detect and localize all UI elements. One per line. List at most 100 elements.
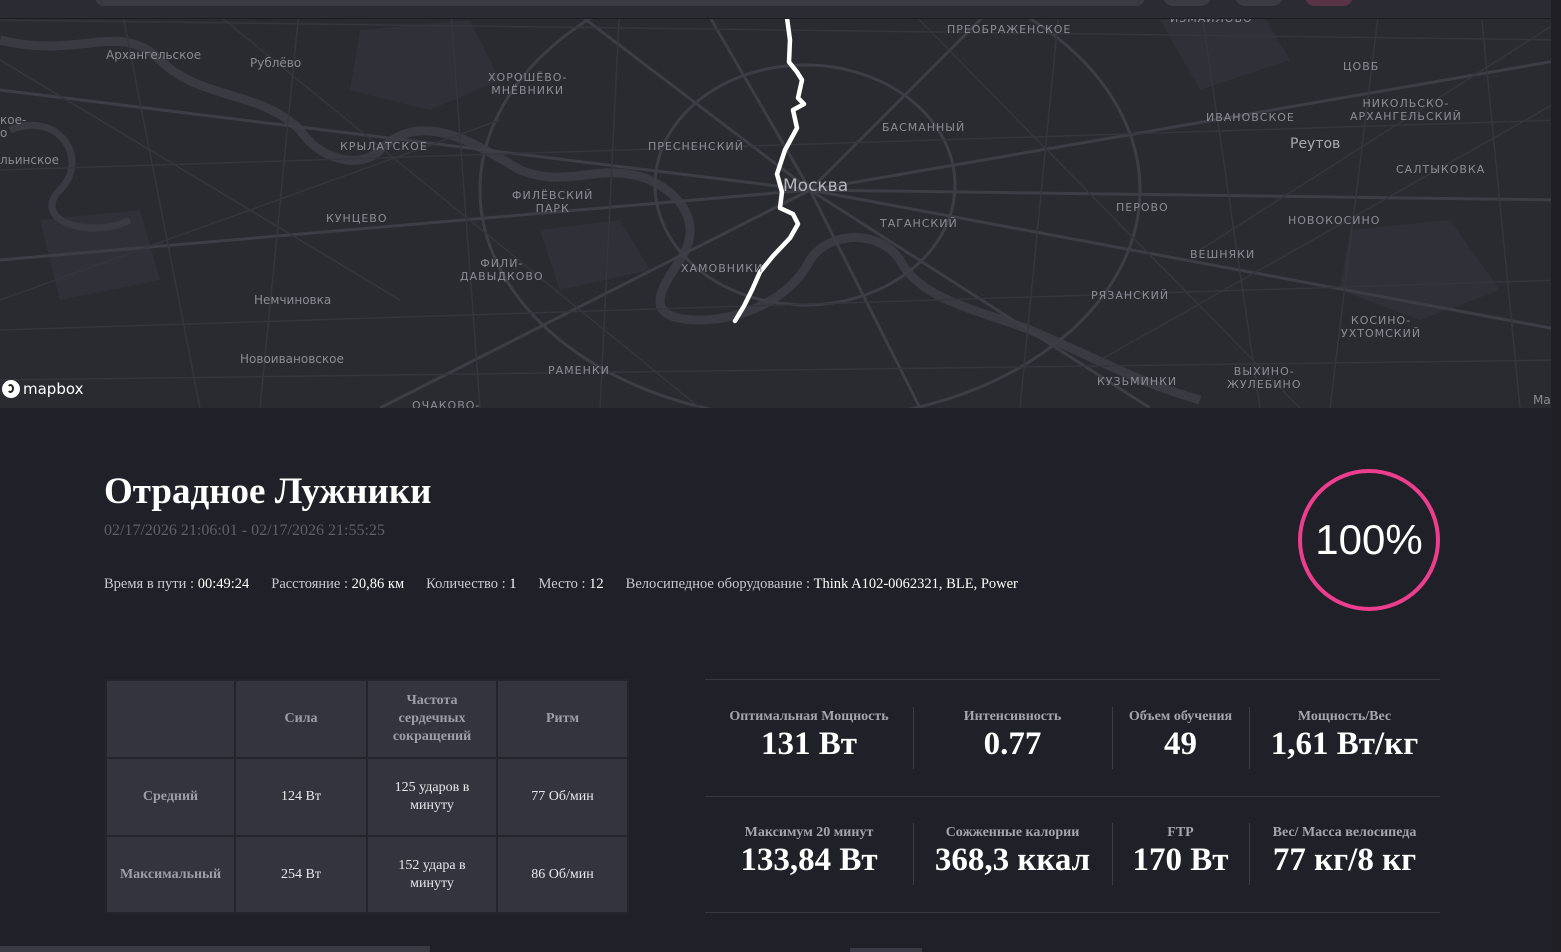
stat-label: Сожженные калории xyxy=(945,825,1080,840)
stat-value: 49 xyxy=(1164,726,1197,762)
table-header: Частота сердечных сокращений xyxy=(366,679,498,759)
map-label: ФИЛИ- ДАВЫДКОВО xyxy=(460,257,544,283)
stat-label: Оптимальная Мощность xyxy=(729,709,889,724)
map-label: льинское xyxy=(0,153,59,167)
table-header: Ритм xyxy=(496,679,629,759)
toolbar-button[interactable] xyxy=(1305,0,1353,6)
table-cell: 86 Об/мин xyxy=(496,835,629,914)
table-header xyxy=(105,679,236,759)
map-label: КРЫЛАТСКОЕ xyxy=(340,140,428,153)
stat-value: 1,61 Вт/кг xyxy=(1270,726,1419,762)
table-cell: 124 Вт xyxy=(234,757,368,837)
map-label: Архангельское xyxy=(106,48,202,62)
stat-intensity: Интенсивность 0.77 xyxy=(913,709,1112,763)
table-cell: 77 Об/мин xyxy=(496,757,629,837)
table-row: Средний 124 Вт 125 ударов в минуту 77 Об… xyxy=(105,757,629,837)
stat-calories: Сожженные калории 368,3 ккал xyxy=(913,825,1112,879)
meta-count: Количество : 1 xyxy=(426,576,516,593)
mapbox-attribution-text: mapbox xyxy=(23,380,84,398)
map-label: ЦОВБ xyxy=(1343,60,1380,73)
stat-value: 170 Вт xyxy=(1132,842,1229,878)
divider xyxy=(705,912,1440,913)
map-label: ХОРОШЁВО- МНЁВНИКИ xyxy=(488,71,568,97)
map-label: ИВАНОВСКОЕ xyxy=(1206,111,1295,124)
meta-value: 12 xyxy=(589,576,604,592)
ride-detail-page: Архангельское Рублёво ХОРОШЁВО- МНЁВНИКИ… xyxy=(0,0,1561,952)
meta-label: Время в пути : xyxy=(104,576,198,592)
stat-ftp: FTP 170 Вт xyxy=(1112,825,1249,879)
map-label: ПЕРОВО xyxy=(1116,201,1169,214)
table-row: Максимальный 254 Вт 152 удара в минуту 8… xyxy=(105,835,629,914)
stats-grid: Оптимальная Мощность 131 Вт Интенсивност… xyxy=(705,679,1440,913)
divider xyxy=(705,796,1440,797)
map-label: Реутов xyxy=(1290,136,1341,152)
meta-label: Количество : xyxy=(426,576,510,592)
toolbar-button[interactable] xyxy=(1235,0,1283,6)
stat-label: Вес/ Масса велосипеда xyxy=(1272,825,1417,840)
completion-ring: 100% xyxy=(1298,469,1440,611)
stat-label: Максимум 20 минут xyxy=(744,825,874,840)
table-cell: Средний xyxy=(105,757,236,837)
ride-meta-row: Время в пути : 00:49:24 Расстояние : 20,… xyxy=(104,576,1018,593)
meta-distance: Расстояние : 20,86 км xyxy=(271,576,404,593)
route-title: Отрадное Лужники xyxy=(104,471,432,512)
stat-weight-bike-mass: Вес/ Масса велосипеда 77 кг/8 кг xyxy=(1249,825,1440,879)
meta-value: 20,86 км xyxy=(351,576,405,592)
stat-label: Интенсивность xyxy=(963,709,1062,724)
map-label: ПРЕОБРАЖЕНСКОЕ xyxy=(947,23,1072,36)
map-label: БАСМАННЫЙ xyxy=(882,121,966,134)
meta-value: Think A102-0062321, BLE, Power xyxy=(813,576,1018,592)
search-bar[interactable] xyxy=(95,0,1145,6)
map-label: ВЫХИНО- ЖУЛЕБИНО xyxy=(1227,365,1302,391)
map-label: ОЧАКОВО- xyxy=(412,399,481,408)
map-label: Новоивановское xyxy=(240,352,344,366)
ride-date-range: 02/17/2026 21:06:01 - 02/17/2026 21:55:2… xyxy=(104,522,385,539)
table-cell: 125 ударов в минуту xyxy=(366,757,498,837)
map-label: Ма xyxy=(1533,393,1551,407)
table-header: Сила xyxy=(234,679,368,759)
map-streets xyxy=(0,0,1561,408)
stat-max-20min: Максимум 20 минут 133,84 Вт xyxy=(705,825,913,879)
stat-label: Мощность/Вес xyxy=(1297,709,1392,724)
stat-label: Объем обучения xyxy=(1128,709,1233,724)
stat-power-weight: Мощность/Вес 1,61 Вт/кг xyxy=(1249,709,1440,763)
map-label: КОСИНО- УХТОМСКИЙ xyxy=(1341,314,1422,340)
meta-place: Место : 12 xyxy=(539,576,604,593)
power-hr-cadence-table: Сила Частота сердечных сокращений Ритм С… xyxy=(105,679,629,914)
map-top-toolbar xyxy=(0,0,1561,19)
map-label: КУЗЬМИНКИ xyxy=(1097,375,1178,388)
map-label: ТАГАНСКИЙ xyxy=(880,217,958,230)
map-label: ПРЕСНЕНСКИЙ xyxy=(648,140,744,153)
meta-duration: Время в пути : 00:49:24 xyxy=(104,576,249,593)
stat-optimal-power: Оптимальная Мощность 131 Вт xyxy=(705,709,913,763)
bottom-tab[interactable] xyxy=(0,946,430,952)
map-label: Рублёво xyxy=(250,56,302,70)
meta-value: 00:49:24 xyxy=(197,576,250,592)
map-label: ВЕШНЯКИ xyxy=(1190,248,1256,261)
map-label: КУНЦЕВО xyxy=(326,212,388,225)
map-label: РАМЕНКИ xyxy=(548,364,610,377)
mapbox-attribution[interactable]: mapbox xyxy=(2,380,83,398)
scrollbar[interactable] xyxy=(1551,0,1561,952)
bottom-tab[interactable] xyxy=(850,948,922,952)
map-label: кое- о xyxy=(0,113,27,140)
meta-value: 1 xyxy=(509,576,517,592)
stat-value: 368,3 ккал xyxy=(934,842,1091,878)
map-label: ФИЛЁВСКИЙ ПАРК xyxy=(512,189,594,215)
divider xyxy=(705,679,1440,680)
route-line xyxy=(732,15,807,324)
stat-value: 0.77 xyxy=(983,726,1042,762)
map-label: Москва xyxy=(783,176,849,196)
table-cell: Максимальный xyxy=(105,835,236,914)
map-label: НОВОКОСИНО xyxy=(1288,214,1381,227)
meta-equipment: Велосипедное оборудование : Think A102-0… xyxy=(626,576,1018,593)
map-label: ХАМОВНИКИ xyxy=(681,262,764,275)
stat-label: FTP xyxy=(1167,825,1194,840)
toolbar-button[interactable] xyxy=(1163,0,1211,6)
stat-value: 131 Вт xyxy=(761,726,857,762)
route-map[interactable]: Архангельское Рублёво ХОРОШЁВО- МНЁВНИКИ… xyxy=(0,0,1561,408)
meta-label: Велосипедное оборудование : xyxy=(625,576,814,592)
stat-training-volume: Объем обучения 49 xyxy=(1112,709,1249,763)
table-cell: 254 Вт xyxy=(234,835,368,914)
stat-value: 133,84 Вт xyxy=(740,842,878,878)
